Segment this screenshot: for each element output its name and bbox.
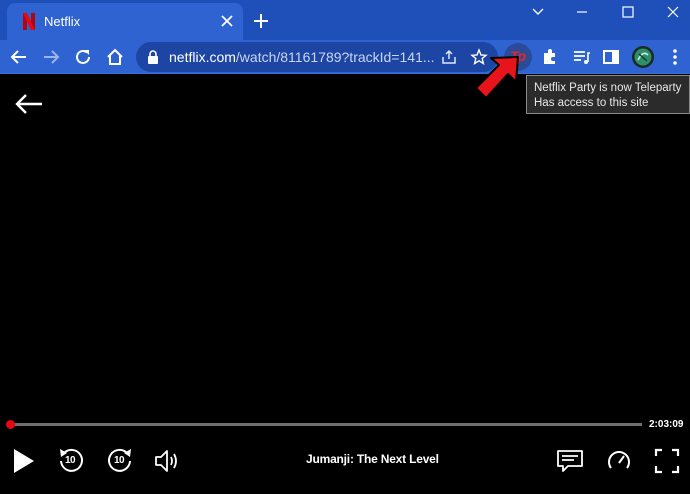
rewind-10-label: 10 xyxy=(65,455,76,466)
forward-10-label: 10 xyxy=(114,455,125,466)
callout-arrow-icon xyxy=(475,56,519,99)
plus-icon[interactable] xyxy=(252,12,270,30)
window-close-icon[interactable] xyxy=(660,2,686,22)
extension-tooltip: Netflix Party is now Teleparty Has acces… xyxy=(526,75,690,114)
lock-icon[interactable] xyxy=(147,50,159,64)
fullscreen-icon[interactable] xyxy=(653,447,681,475)
progress-bar[interactable] xyxy=(10,423,642,426)
forward-10-button[interactable]: 10 xyxy=(106,447,134,475)
volume-icon[interactable] xyxy=(153,447,181,475)
maximize-icon[interactable] xyxy=(615,2,641,22)
url-path: /watch/81161789?trackId=141... xyxy=(235,49,435,65)
forward-icon[interactable] xyxy=(41,47,61,67)
play-icon[interactable] xyxy=(12,447,36,475)
side-panel-icon[interactable] xyxy=(601,47,621,67)
scrubber-handle[interactable] xyxy=(6,420,15,429)
share-icon[interactable] xyxy=(440,48,458,66)
browser-toolbar: netflix.com/watch/81161789?trackId=141..… xyxy=(0,40,690,74)
tooltip-line-2: Has access to this site xyxy=(534,97,649,109)
video-title: Jumanji: The Next Level xyxy=(306,452,439,466)
puzzle-icon[interactable] xyxy=(540,47,560,67)
browser-titlebar: Netflix xyxy=(0,0,690,40)
netflix-favicon xyxy=(23,13,35,30)
close-icon[interactable] xyxy=(218,12,236,30)
tab-title: Netflix xyxy=(44,14,81,29)
url-host: netflix.com xyxy=(169,49,236,65)
profile-avatar[interactable] xyxy=(632,46,654,68)
kebab-menu-icon[interactable] xyxy=(665,47,685,67)
rewind-10-button[interactable]: 10 xyxy=(57,447,85,475)
minimize-icon[interactable] xyxy=(569,2,595,22)
media-queue-icon[interactable] xyxy=(571,47,591,67)
url-text[interactable]: netflix.com/watch/81161789?trackId=141..… xyxy=(169,49,435,65)
address-bar[interactable]: netflix.com/watch/81161789?trackId=141..… xyxy=(136,42,498,72)
back-icon[interactable] xyxy=(9,47,29,67)
subtitles-icon[interactable] xyxy=(556,447,584,475)
reload-icon[interactable] xyxy=(73,47,93,67)
time-remaining: 2:03:09 xyxy=(649,419,684,430)
tooltip-line-1: Netflix Party is now Teleparty xyxy=(534,82,682,94)
chevron-down-icon[interactable] xyxy=(525,2,551,22)
browser-tab[interactable]: Netflix xyxy=(7,3,243,40)
arrow-left-icon[interactable] xyxy=(14,93,44,115)
home-icon[interactable] xyxy=(105,47,125,67)
speed-icon[interactable] xyxy=(606,447,632,475)
